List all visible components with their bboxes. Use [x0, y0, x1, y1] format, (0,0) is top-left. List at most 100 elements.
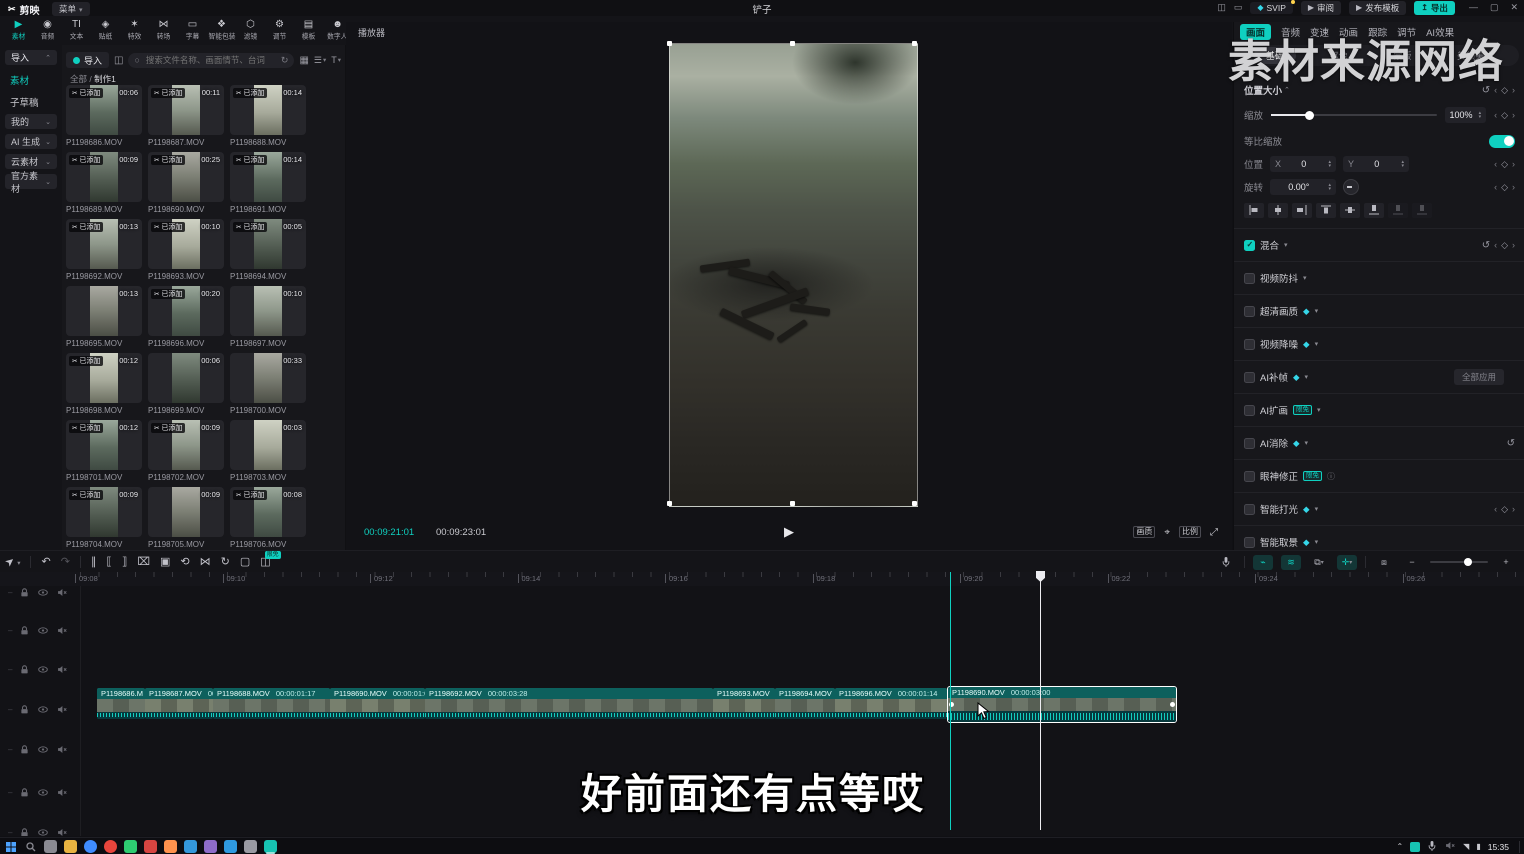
- rotate-field[interactable]: 0.00° ▴▾: [1270, 179, 1336, 195]
- timeline-ruler[interactable]: 09:0809:1009:1209:1409:1609:1809:2009:22…: [0, 572, 1524, 586]
- crop-button[interactable]: ▢: [240, 557, 250, 568]
- section-AI补帧[interactable]: AI补帧◆▾全部应用: [1234, 360, 1524, 393]
- taskbar-jianying-icon[interactable]: [264, 840, 277, 853]
- lock-icon[interactable]: [19, 664, 30, 675]
- AI消除-checkbox[interactable]: [1244, 438, 1255, 449]
- apply-all-button[interactable]: 全部应用: [1454, 369, 1504, 385]
- taskbar-task-view-icon[interactable]: [44, 840, 57, 853]
- 视频降噪-checkbox[interactable]: [1244, 339, 1255, 350]
- media-item[interactable]: 00:06P1198699.MOV: [148, 353, 224, 415]
- extract-audio-button[interactable]: ◫限免: [260, 557, 270, 568]
- media-item[interactable]: ✂已添加00:09P1198689.MOV: [66, 152, 142, 214]
- preview-video[interactable]: [669, 43, 918, 507]
- inspector-tab-画面[interactable]: 画面: [1240, 24, 1271, 40]
- media-item[interactable]: ✂已添加00:10P1198693.MOV: [148, 219, 224, 281]
- review-button[interactable]: ▶ 审阅: [1301, 1, 1341, 15]
- delete-button[interactable]: ⌧: [137, 557, 150, 568]
- media-item[interactable]: ✂已添加00:09P1198702.MOV: [148, 420, 224, 482]
- mirror-button[interactable]: ⋈: [200, 557, 211, 568]
- section-AI扩画[interactable]: AI扩画限免▾: [1234, 393, 1524, 426]
- eye-icon[interactable]: [37, 827, 49, 836]
- tray-speaker-icon[interactable]: [1444, 840, 1456, 853]
- lock-icon[interactable]: [19, 704, 30, 715]
- taskbar-file-explorer-icon[interactable]: [64, 840, 77, 853]
- taskbar-app-purple-icon[interactable]: [204, 840, 217, 853]
- chevron-down-icon[interactable]: ▾: [1317, 406, 1321, 414]
- timeline-clip[interactable]: P1198696.MOV00:00:01:14: [835, 688, 947, 719]
- media-item[interactable]: 00:09P1198705.MOV: [148, 487, 224, 549]
- selection-handle[interactable]: [667, 501, 672, 506]
- maximize-button[interactable]: ▢: [1490, 2, 1499, 13]
- selection-handle[interactable]: [912, 501, 917, 506]
- selection-handle[interactable]: [790, 41, 795, 46]
- zoom-slider-knob[interactable]: [1464, 558, 1472, 566]
- reset-icon[interactable]: ↺: [1507, 438, 1515, 449]
- media-item[interactable]: ✂已添加00:14P1198688.MOV: [230, 85, 306, 147]
- media-item[interactable]: 00:03P1198703.MOV: [230, 420, 306, 482]
- selection-handle[interactable]: [790, 501, 795, 506]
- keyframe-prev-icon[interactable]: ‹: [1494, 85, 1497, 95]
- align-top-button[interactable]: [1316, 203, 1336, 218]
- chevron-down-icon[interactable]: ▾: [1315, 340, 1319, 348]
- timeline-clip[interactable]: P1198692.MOV00:00:03:28: [425, 688, 713, 719]
- keyframe-icon[interactable]: ◇: [1501, 159, 1508, 170]
- split-button[interactable]: ∥: [91, 557, 97, 568]
- inspector-tab-跟踪[interactable]: 跟踪: [1368, 25, 1387, 39]
- inspector-subtab-基础[interactable]: 基础: [1254, 47, 1296, 64]
- ribbon-tab-转场[interactable]: ⋈转场: [149, 16, 178, 45]
- taskbar-firefox-icon[interactable]: [164, 840, 177, 853]
- taskbar-settings-icon[interactable]: [244, 840, 257, 853]
- scale-slider-knob[interactable]: [1305, 111, 1314, 120]
- distribute-v-button[interactable]: [1412, 203, 1432, 218]
- tray-app-icon[interactable]: [1410, 842, 1420, 852]
- reset-icon[interactable]: ↺: [1482, 240, 1490, 251]
- 智能取景-checkbox[interactable]: [1244, 537, 1255, 548]
- chevron-down-icon[interactable]: ▾: [1303, 274, 1307, 282]
- AI补帧-checkbox[interactable]: [1244, 372, 1255, 383]
- eye-icon[interactable]: [37, 625, 49, 636]
- section-AI消除[interactable]: AI消除◆▾↺: [1234, 426, 1524, 459]
- chevron-down-icon[interactable]: ▾: [1315, 505, 1319, 513]
- chevron-down-icon[interactable]: ▾: [1305, 439, 1309, 447]
- zoom-in-button[interactable]: +: [1496, 555, 1516, 570]
- eye-icon[interactable]: [37, 744, 49, 755]
- compact-view-icon[interactable]: ◫: [114, 55, 123, 66]
- nav-group-云素材[interactable]: 云素材⌄: [5, 154, 57, 169]
- focus-icon[interactable]: ⌖: [1164, 527, 1170, 538]
- timeline-clip[interactable]: P1198687.MOV00:00:0: [145, 688, 213, 719]
- 视频防抖-checkbox[interactable]: [1244, 273, 1255, 284]
- taskbar-app-blue-icon[interactable]: [184, 840, 197, 853]
- align-right-button[interactable]: [1292, 203, 1312, 218]
- preview-axis-button[interactable]: ✛▾: [1337, 555, 1357, 570]
- media-item[interactable]: ✂已添加00:25P1198690.MOV: [148, 152, 224, 214]
- nav-group-官方素材[interactable]: 官方素材⌄: [5, 174, 57, 189]
- linkage-button[interactable]: ⧉▾: [1309, 555, 1329, 570]
- 混合-checkbox[interactable]: [1244, 240, 1255, 251]
- ribbon-tab-音频[interactable]: ◉音频: [33, 16, 62, 45]
- eye-icon[interactable]: [37, 704, 49, 715]
- media-item[interactable]: ✂已添加00:12P1198701.MOV: [66, 420, 142, 482]
- undo-button[interactable]: ↶: [41, 557, 50, 568]
- ribbon-tab-文本[interactable]: TI文本: [62, 16, 91, 45]
- play-button[interactable]: ▶: [784, 524, 794, 540]
- tray-battery-icon[interactable]: ▮: [1476, 842, 1480, 851]
- keyframe-icon[interactable]: ◇: [1501, 85, 1508, 96]
- import-button[interactable]: 导入: [66, 52, 109, 68]
- mute-icon[interactable]: [56, 744, 68, 755]
- section-视频降噪[interactable]: 视频降噪◆▾: [1234, 327, 1524, 360]
- media-item[interactable]: ✂已添加00:14P1198691.MOV: [230, 152, 306, 214]
- taskbar-wps-icon[interactable]: [144, 840, 157, 853]
- section-超清画质[interactable]: 超清画质◆▾: [1234, 294, 1524, 327]
- split-keep-left-button[interactable]: ⟦: [106, 557, 111, 568]
- chevron-down-icon[interactable]: ▾: [1284, 241, 1288, 249]
- search-input[interactable]: [144, 54, 277, 66]
- media-item[interactable]: ✂已添加00:13P1198692.MOV: [66, 219, 142, 281]
- filter-button[interactable]: T▾: [331, 55, 341, 65]
- align-center-h-button[interactable]: [1268, 203, 1288, 218]
- inspector-tab-AI效果[interactable]: AI效果: [1426, 25, 1454, 39]
- ratio-button[interactable]: 比例: [1179, 526, 1201, 538]
- media-item[interactable]: 00:13P1198695.MOV: [66, 286, 142, 348]
- chevron-down-icon[interactable]: ▾: [1305, 373, 1309, 381]
- selection-handle[interactable]: [667, 41, 672, 46]
- tray-chevron-icon[interactable]: ⌃: [1396, 842, 1403, 851]
